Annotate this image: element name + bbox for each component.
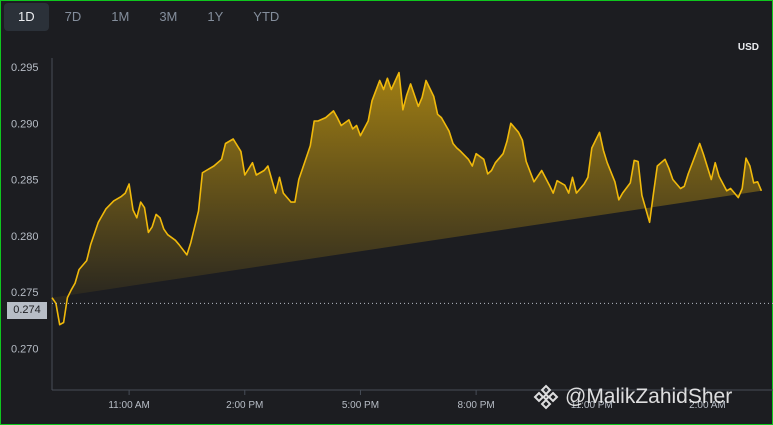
x-tick-label: 11:00 AM	[108, 400, 150, 411]
x-tick-label: 2:00 PM	[226, 400, 263, 411]
x-tick-label: 5:00 PM	[342, 400, 379, 411]
watermark: @MalikZahidSher	[533, 384, 732, 410]
y-tick-label: 0.270	[11, 343, 39, 355]
price-area-fill	[52, 72, 762, 325]
watermark-text: @MalikZahidSher	[565, 385, 733, 408]
y-tick-label: 0.285	[11, 175, 39, 187]
y-tick-label: 0.290	[11, 118, 39, 130]
y-tick-label: 0.275	[11, 287, 39, 299]
price-chart: 0.295 0.290 0.285 0.280 0.275 0.270 11:00 AM 2…	[11, 58, 773, 411]
y-tick-label: 0.295	[11, 62, 39, 74]
y-tick-label: 0.280	[11, 231, 39, 243]
x-tick-label: 8:00 PM	[457, 400, 494, 411]
binance-logo-icon	[533, 384, 559, 410]
current-price-label: 0.274	[7, 302, 47, 319]
